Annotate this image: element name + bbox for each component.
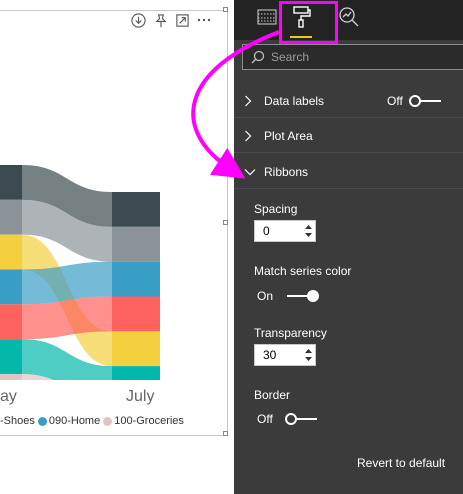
decrement-icon [304, 357, 312, 361]
fields-tab[interactable] [254, 6, 280, 32]
ribbon-column-segment-0-4[interactable] [0, 304, 22, 340]
toggle-knob [284, 413, 297, 425]
ribbon-column-segment-1-1[interactable] [112, 226, 160, 262]
section-label: Plot Area [264, 128, 313, 143]
spacing-stepper[interactable]: 0 [254, 220, 316, 242]
ribbon-column-segment-0-0[interactable] [0, 165, 22, 200]
pin-icon[interactable] [152, 12, 168, 28]
resize-handle-right[interactable] [223, 220, 228, 225]
ribbon-column-segment-1-3[interactable] [112, 261, 160, 297]
section-label: Ribbons [264, 164, 309, 179]
fields-icon [256, 7, 278, 32]
ribbon-column-segment-1-5[interactable] [112, 366, 160, 380]
analytics-icon [338, 6, 360, 33]
toggle-state-label: On [257, 289, 274, 303]
legend-item-home[interactable]: 090-Home [49, 415, 100, 427]
toggle-state-label: Off [387, 94, 403, 108]
visualizations-format-pane: Data labels Off Plot Area Ribbons Spacin… [234, 0, 463, 494]
transparency-value[interactable]: 30 [255, 348, 301, 362]
spacing-label: Spacing [254, 202, 298, 216]
search-input[interactable] [269, 49, 463, 65]
resize-handle-bottom-right[interactable] [223, 431, 228, 436]
expand-icon[interactable] [174, 12, 190, 28]
toggle-track [287, 290, 320, 302]
analytics-tab[interactable] [336, 6, 362, 32]
transparency-stepper[interactable]: 30 [254, 344, 316, 366]
legend-item-groceries[interactable]: 100-Groceries [114, 415, 184, 427]
ribbon-column-segment-0-3[interactable] [0, 269, 22, 305]
x-axis-label-july: July [126, 388, 155, 405]
ribbon-column-segment-1-2[interactable] [112, 331, 160, 367]
ribbon-column-segment-0-5[interactable] [0, 339, 22, 374]
ribbon-chart-plot [0, 165, 160, 380]
increment-icon [304, 349, 312, 353]
pane-tab-bar [234, 0, 463, 40]
ribbon-column-segment-0-1[interactable] [0, 199, 22, 235]
visual-header-toolbar [130, 12, 212, 28]
toggle-track [284, 413, 317, 425]
chevron-right-icon [244, 130, 258, 142]
legend-item-shoes[interactable]: -Shoes [0, 415, 35, 427]
match-series-color-label: Match series color [254, 264, 352, 278]
resize-handle-top-right[interactable] [223, 7, 228, 12]
chevron-down-icon [244, 168, 258, 176]
stepper-arrows[interactable] [301, 221, 315, 241]
ribbon-column-segment-1-0[interactable] [112, 192, 160, 227]
search-icon [251, 50, 265, 64]
revert-to-default-link[interactable]: Revert to default [357, 456, 445, 470]
format-tab-highlight [279, 1, 338, 44]
toggle-state-label: Off [257, 412, 273, 426]
chart-legend: -Shoes 090-Home 100-Groceries [0, 415, 184, 427]
increment-icon [304, 225, 312, 229]
ribbon-column-segment-0-6[interactable] [0, 373, 22, 380]
more-options-icon[interactable] [196, 12, 212, 28]
section-label: Data labels [264, 93, 325, 108]
stepper-arrows[interactable] [301, 345, 315, 365]
x-axis-label-may: ay [0, 388, 17, 405]
ribbon-column-segment-1-4[interactable] [112, 296, 160, 332]
legend-dot-groceries [103, 416, 113, 426]
toggle-knob [408, 95, 421, 107]
data-labels-toggle[interactable]: Off [387, 94, 441, 108]
decrement-icon [304, 233, 312, 237]
search-box [242, 44, 463, 70]
legend-dot-home [37, 416, 47, 426]
section-plot-area[interactable]: Plot Area [234, 119, 463, 153]
report-canvas: ay July -Shoes 090-Home 100-Groceries [0, 0, 234, 494]
transparency-label: Transparency [254, 326, 327, 340]
match-series-color-toggle[interactable]: On [257, 289, 320, 303]
toggle-knob [307, 290, 320, 302]
toggle-track [408, 95, 441, 107]
border-label: Border [254, 388, 291, 402]
section-ribbons[interactable]: Ribbons [234, 155, 463, 189]
ribbon-column-segment-0-2[interactable] [0, 234, 22, 270]
download-icon[interactable] [130, 12, 146, 28]
chevron-right-icon [244, 95, 258, 107]
spacing-value[interactable]: 0 [255, 224, 301, 238]
border-toggle[interactable]: Off [257, 412, 317, 426]
